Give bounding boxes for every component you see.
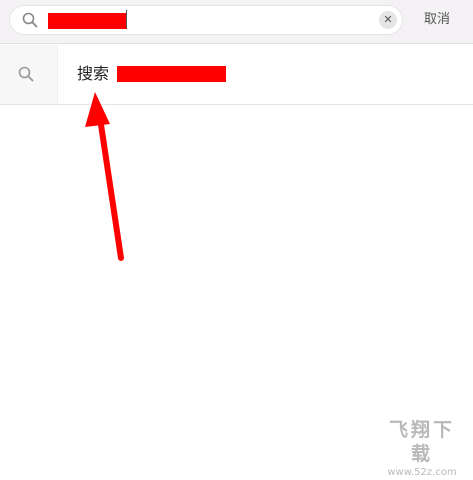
cancel-button[interactable]: 取消 [414,8,460,32]
text-cursor [126,10,127,28]
search-icon [18,66,34,82]
watermark-url: www.52z.com [387,467,457,478]
arrow-shaft [97,115,124,261]
suggestion-icon-cell [0,45,58,104]
redaction-box-suggestion [117,66,226,82]
search-suggestion-row[interactable]: 搜索 [0,45,473,105]
clear-search-button[interactable]: ✕ [379,11,397,29]
search-icon [22,12,38,28]
site-watermark: 飞翔下载 www.52z.com [380,418,464,480]
search-input[interactable]: ✕ [9,5,403,35]
search-header: ✕ 取消 [0,0,473,44]
watermark-logo: 飞翔下载 [388,419,455,465]
suggestion-label: 搜索 [77,64,110,83]
redaction-box-query [48,13,127,29]
